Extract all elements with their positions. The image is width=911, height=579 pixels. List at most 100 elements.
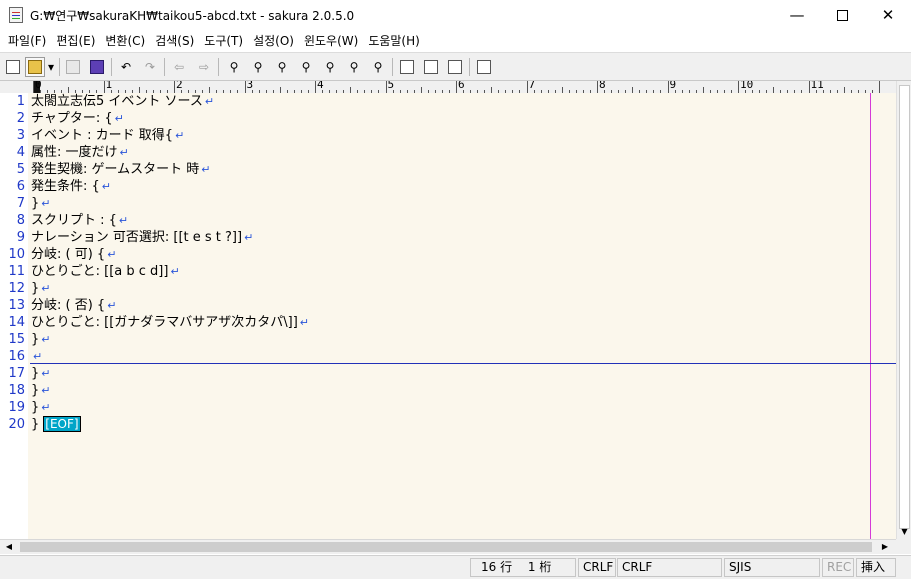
close-button[interactable]: ✕ bbox=[865, 0, 911, 30]
crlf-mark-icon: ↵ bbox=[41, 282, 51, 295]
undo-icon[interactable]: ↶ bbox=[116, 57, 136, 77]
scroll-right-arrow-icon[interactable]: ▶ bbox=[878, 540, 892, 554]
ruler-tick bbox=[244, 81, 246, 93]
code-line-text: 発生条件: { bbox=[31, 179, 100, 194]
code-line[interactable]: 太閤立志伝5 イベント ソース ↵ bbox=[31, 93, 214, 110]
code-line-text: ひとりごと: [[ガナダラマバサアザ次カタパ\]] bbox=[31, 315, 298, 330]
eol-type-status: CRLF bbox=[617, 558, 722, 577]
ruler-tick bbox=[879, 81, 880, 93]
code-line[interactable]: チャプター: {↵ bbox=[31, 110, 124, 127]
scrollbar-corner bbox=[896, 539, 911, 554]
code-line[interactable]: 分岐: ( 可) {↵ bbox=[31, 246, 116, 263]
scroll-left-arrow-icon[interactable]: ◀ bbox=[2, 540, 16, 554]
compare-icon[interactable] bbox=[397, 57, 417, 77]
open-file-icon[interactable] bbox=[25, 57, 45, 77]
toolbar: ▾ ↶ ↷ ⇦ ⇨ ⚲ ⚲ ⚲ ⚲ ⚲ ⚲ ⚲ bbox=[0, 52, 911, 81]
crlf-mark-icon: ↵ bbox=[204, 95, 215, 108]
line-number: 5 bbox=[16, 162, 25, 177]
ruler-tick bbox=[456, 81, 457, 93]
code-line-text: } bbox=[31, 400, 40, 415]
code-line[interactable]: ナレーション 可否選択: [[t e s t ?]] ↵ bbox=[31, 229, 253, 246]
code-line[interactable]: } ↵ bbox=[31, 399, 51, 416]
code-line-text: 発生契機: ゲームスタート 時 bbox=[31, 162, 200, 177]
maximize-button[interactable] bbox=[819, 0, 865, 30]
line-number: 13 bbox=[8, 298, 25, 313]
crlf-mark-icon: ↵ bbox=[41, 401, 51, 414]
ruler-label: 2 bbox=[176, 81, 183, 91]
code-line[interactable]: スクリプト : {↵ bbox=[31, 212, 128, 229]
cursor-underline bbox=[30, 363, 896, 364]
code-line[interactable]: 属性: 一度だけ ↵ bbox=[31, 144, 129, 161]
code-line[interactable]: イベント : カード 取得{↵ bbox=[31, 127, 184, 144]
code-line[interactable]: ↵ bbox=[31, 348, 42, 365]
menu-convert[interactable]: 변환(C) bbox=[101, 31, 149, 51]
properties-icon[interactable] bbox=[474, 57, 494, 77]
crlf-mark-icon: ↵ bbox=[114, 112, 124, 125]
search-prev-icon[interactable]: ⚲ bbox=[248, 57, 268, 77]
horizontal-scroll-thumb[interactable] bbox=[20, 542, 872, 552]
code-line[interactable]: } [EOF] bbox=[31, 416, 81, 433]
line-number: 14 bbox=[8, 315, 25, 330]
vertical-scrollbar[interactable]: ▼ bbox=[896, 81, 911, 539]
tag-jump-icon[interactable]: ⚲ bbox=[368, 57, 388, 77]
vertical-scroll-thumb[interactable] bbox=[899, 85, 910, 529]
menu-window[interactable]: 윈도우(W) bbox=[300, 31, 362, 51]
menu-help[interactable]: 도움말(H) bbox=[364, 31, 424, 51]
ruler-label: 11 bbox=[810, 81, 824, 91]
search-icon[interactable]: ⚲ bbox=[224, 57, 244, 77]
code-line[interactable]: } ↵ bbox=[31, 331, 51, 348]
wrap-guide-line bbox=[870, 93, 871, 539]
code-line[interactable]: ひとりごと: [[ガナダラマバサアザ次カタパ\]] ↵ bbox=[31, 314, 309, 331]
line-number: 10 bbox=[8, 247, 25, 262]
ruler-label: 4 bbox=[317, 81, 324, 91]
cursor-position: 16 行 1 桁 bbox=[470, 558, 576, 577]
menu-search[interactable]: 검색(S) bbox=[151, 31, 198, 51]
ruler-tick bbox=[385, 81, 387, 93]
code-line[interactable]: } ↵ bbox=[31, 280, 51, 297]
line-number: 2 bbox=[16, 111, 25, 126]
code-line[interactable]: } ↵ bbox=[31, 382, 51, 399]
replace-icon[interactable]: ⚲ bbox=[296, 57, 316, 77]
horizontal-scrollbar[interactable]: ◀ ▶ bbox=[0, 539, 896, 554]
menu-settings[interactable]: 설정(O) bbox=[249, 31, 298, 51]
menu-file[interactable]: 파일(F) bbox=[4, 31, 50, 51]
menu-tools[interactable]: 도구(T) bbox=[200, 31, 247, 51]
code-line[interactable]: } ↵ bbox=[31, 365, 51, 382]
ruler-label: 8 bbox=[599, 81, 606, 91]
search-next-icon[interactable]: ⚲ bbox=[272, 57, 292, 77]
menu-edit[interactable]: 편집(E) bbox=[52, 31, 99, 51]
crlf-mark-icon: ↵ bbox=[41, 367, 51, 380]
ruler-label: 0 bbox=[35, 81, 42, 91]
jump-back-icon: ⇦ bbox=[173, 60, 185, 74]
outline-icon[interactable] bbox=[421, 57, 441, 77]
ruler-tick bbox=[103, 81, 105, 93]
ruler-tick bbox=[667, 81, 669, 93]
code-line-text: } bbox=[31, 196, 40, 211]
ruler-tick bbox=[33, 81, 34, 93]
crlf-mark-icon: ↵ bbox=[119, 146, 129, 159]
crlf-mark-icon: ↵ bbox=[299, 316, 310, 329]
code-line-text: 分岐: ( 可) { bbox=[31, 247, 106, 262]
jump-forward-icon: ⇨ bbox=[198, 60, 210, 74]
print-icon[interactable] bbox=[445, 57, 465, 77]
code-line[interactable]: } ↵ bbox=[31, 195, 51, 212]
crlf-mark-icon: ↵ bbox=[101, 180, 112, 193]
ruler-tick bbox=[315, 81, 316, 93]
grep-icon[interactable]: ⚲ bbox=[344, 57, 364, 77]
line-number: 4 bbox=[16, 145, 25, 160]
code-line[interactable]: 発生契機: ゲームスタート 時 ↵ bbox=[31, 161, 210, 178]
code-line[interactable]: ひとりごと: [[a b c d]] ↵ bbox=[31, 263, 180, 280]
scroll-down-arrow-icon[interactable]: ▼ bbox=[897, 524, 911, 539]
new-file-icon[interactable] bbox=[3, 57, 23, 77]
clear-search-mark-icon[interactable]: ⚲ bbox=[320, 57, 340, 77]
minimize-button[interactable]: — bbox=[774, 0, 820, 30]
code-line[interactable]: 分岐: ( 否) {↵ bbox=[31, 297, 116, 314]
line-number: 3 bbox=[16, 128, 25, 143]
dropdown-arrow-icon[interactable]: ▾ bbox=[45, 57, 57, 77]
text-editor[interactable]: 1 太閤立志伝5 イベント ソース ↵ 2 チャプター: {↵ 3 イベント : カード 取… bbox=[0, 93, 896, 539]
code-line[interactable]: 発生条件: {↵ bbox=[31, 178, 111, 195]
line-number: 20 bbox=[8, 417, 25, 432]
crlf-mark-icon: ↵ bbox=[33, 350, 43, 363]
save-as-icon[interactable] bbox=[87, 57, 107, 77]
insert-mode-status[interactable]: 挿入 bbox=[856, 558, 896, 577]
